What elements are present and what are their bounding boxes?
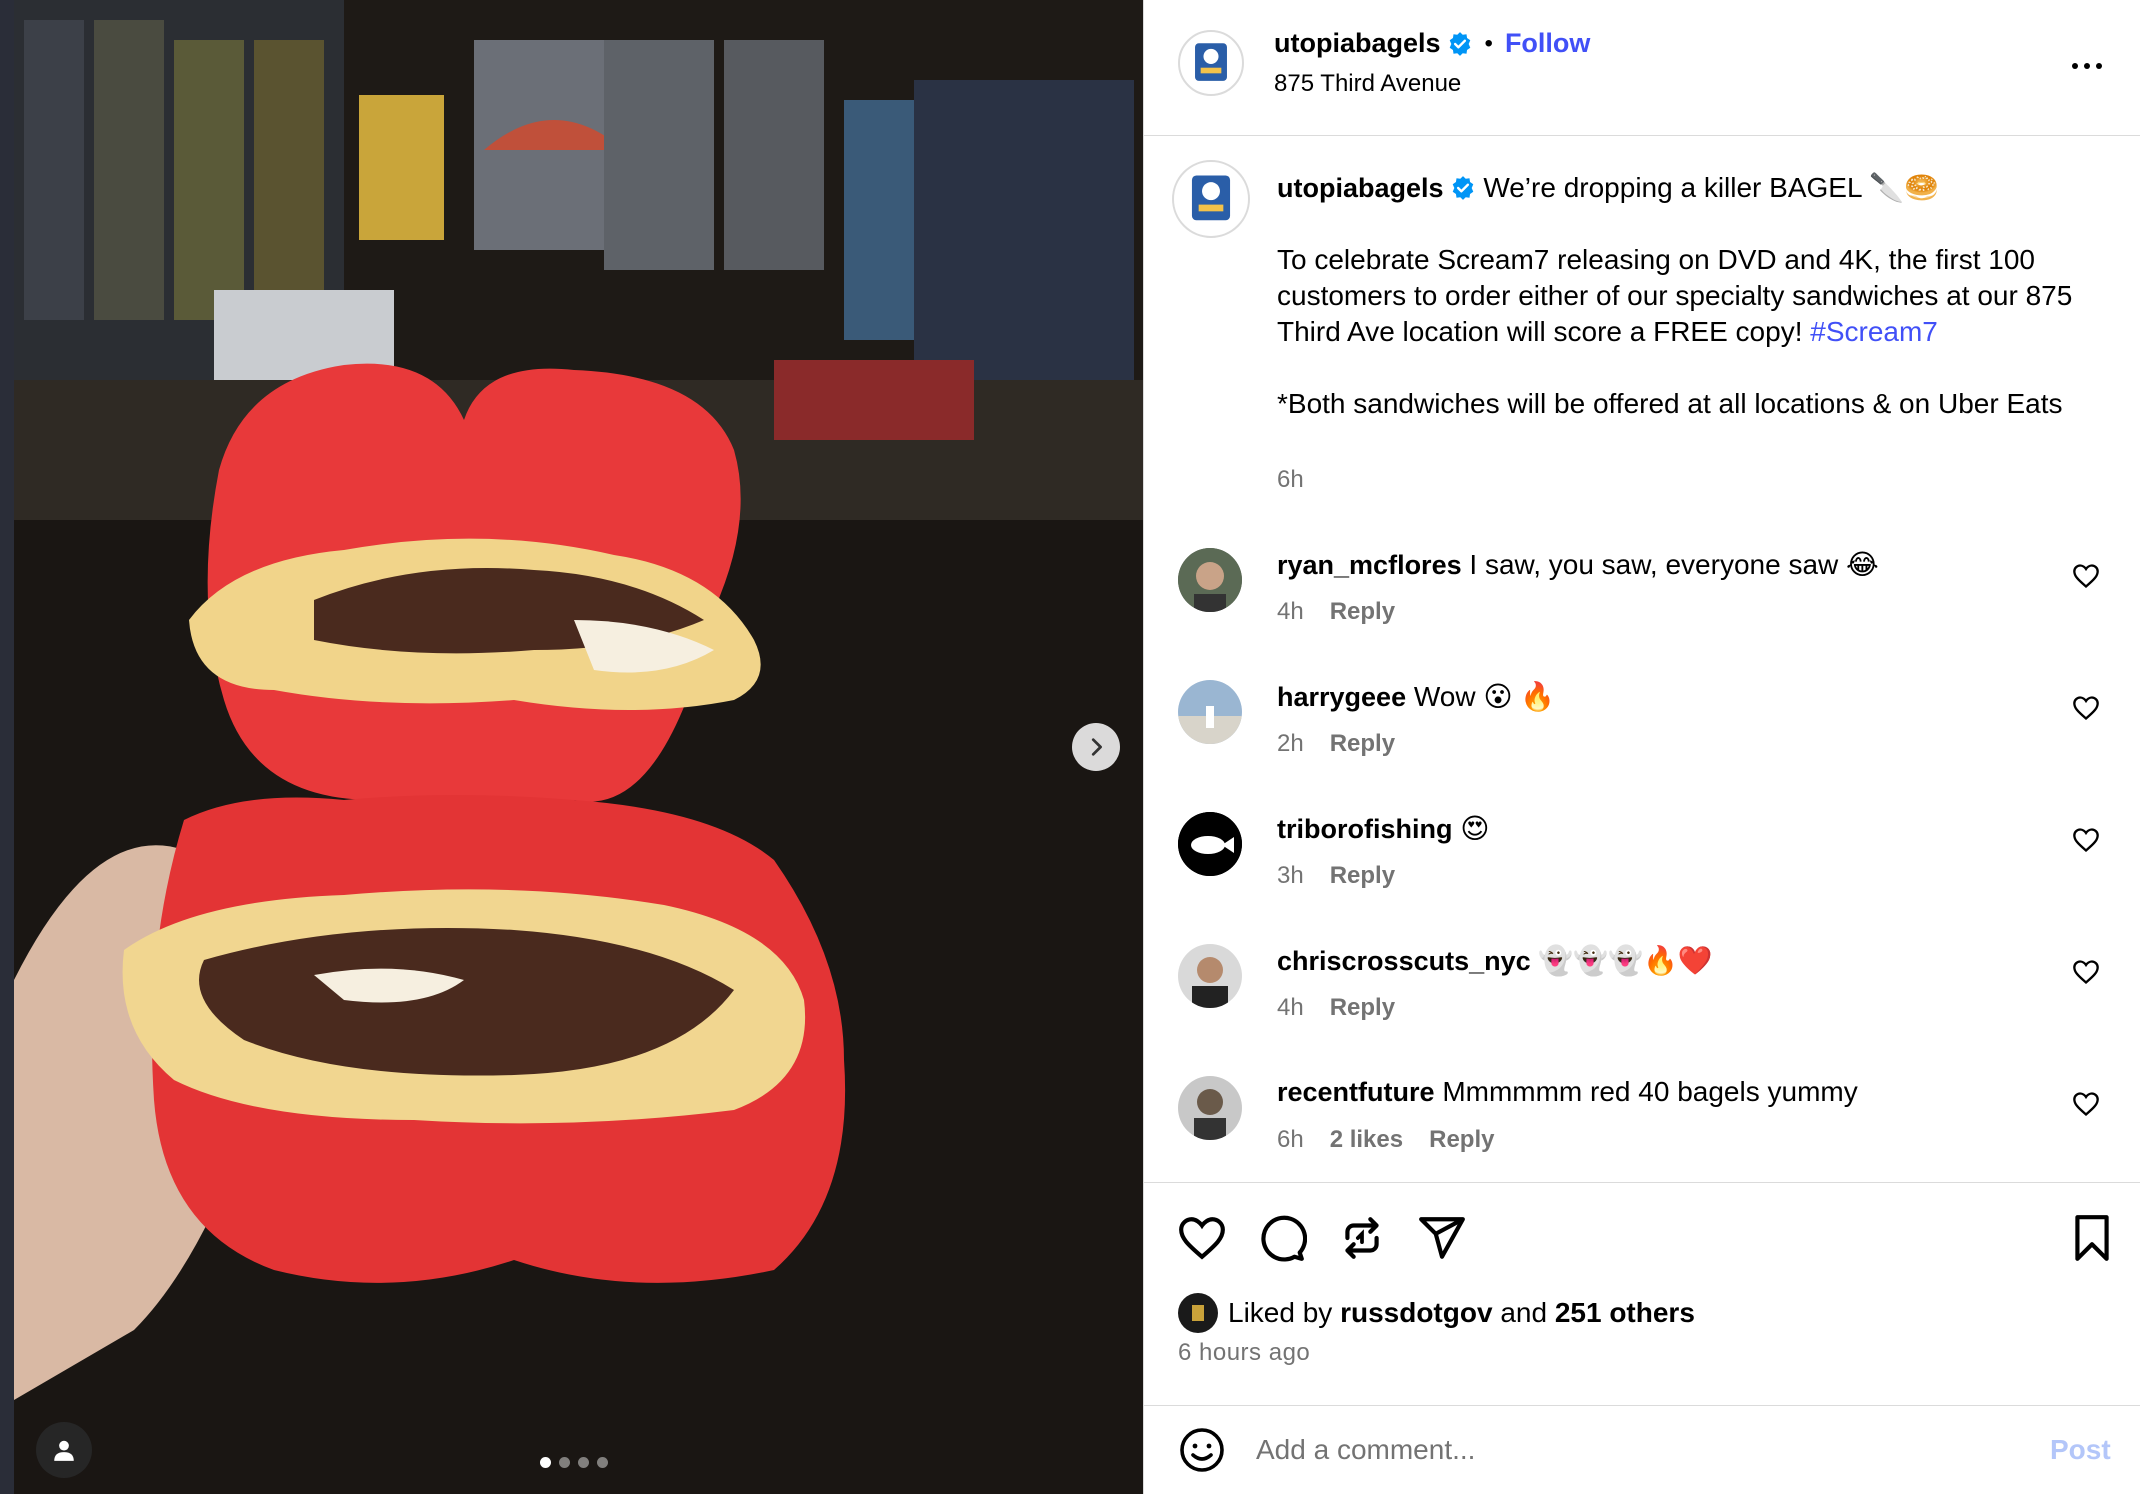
comment-input[interactable] [1256, 1422, 1956, 1478]
post-location[interactable]: 875 Third Avenue [1274, 70, 1461, 98]
avatar-photo-icon [1178, 944, 1242, 1008]
avatar-photo-icon [1178, 1293, 1218, 1333]
comment-item: harrygeee Wow 😮 🔥 2h Reply [1144, 680, 2140, 780]
carousel-dot [559, 1457, 570, 1468]
comment-item: triborofishing 😍 3h Reply [1144, 812, 2140, 912]
commenter-avatar[interactable] [1178, 944, 1242, 1008]
comment-username[interactable]: chriscrosscuts_nyc [1277, 946, 1531, 976]
caption-username[interactable]: utopiabagels [1277, 173, 1444, 203]
commenter-avatar[interactable] [1178, 680, 1242, 744]
hashtag-link[interactable]: #Scream7 [1810, 316, 1938, 347]
post-timestamp[interactable]: 6 hours ago [1178, 1339, 1310, 1367]
post-actions: Liked by russdotgov and 251 others 6 hou… [1144, 1182, 2140, 1406]
more-icon [2072, 63, 2102, 69]
heart-icon[interactable] [2072, 826, 2100, 854]
header-separator: • [1484, 29, 1493, 57]
liked-by-prefix: Liked by [1228, 1297, 1333, 1328]
verified-icon [1452, 176, 1473, 200]
commenter-avatar[interactable] [1178, 548, 1242, 612]
caption-timestamp[interactable]: 6h [1277, 466, 1304, 494]
carousel-dots [540, 1457, 608, 1468]
comment-item: ryan_mcflores I saw, you saw, everyone s… [1144, 548, 2140, 648]
caption-author-avatar[interactable] [1172, 160, 1250, 238]
comment-username[interactable]: recentfuture [1277, 1077, 1435, 1107]
commenter-avatar[interactable] [1178, 812, 1242, 876]
heart-icon[interactable] [2072, 694, 2100, 722]
bagel-sandwich-photo [14, 0, 1143, 1494]
avatar-photo-icon [1178, 680, 1242, 744]
liker-avatar[interactable] [1178, 1293, 1218, 1333]
heart-icon[interactable] [2072, 1090, 2100, 1118]
comment-text: 👻👻👻🔥❤️ [1538, 945, 1713, 976]
comment-username[interactable]: triborofishing [1277, 814, 1452, 844]
comment-text: 😍 [1460, 813, 1490, 844]
like-heart-icon[interactable] [1177, 1213, 1227, 1263]
comment-item: chriscrosscuts_nyc 👻👻👻🔥❤️ 4h Reply [1144, 944, 2140, 1044]
liker-username[interactable]: russdotgov [1340, 1297, 1492, 1329]
commenter-avatar[interactable] [1178, 1076, 1242, 1140]
comment-username[interactable]: harrygeee [1277, 682, 1406, 712]
caption-paragraph-2: To celebrate Scream7 releasing on DVD an… [1277, 244, 2073, 347]
add-comment-bar: Post [1144, 1406, 2140, 1494]
comment-item: recentfuture Mmmmmm red 40 bagels yummy … [1144, 1076, 2140, 1176]
heart-icon[interactable] [2072, 562, 2100, 590]
carousel-dot-active [540, 1457, 551, 1468]
comment-time[interactable]: 4h [1277, 598, 1304, 626]
emoji-icon[interactable] [1178, 1426, 1226, 1474]
comment-icon[interactable] [1257, 1213, 1307, 1263]
follow-button[interactable]: Follow [1505, 28, 1590, 59]
post-comment-button[interactable]: Post [2050, 1434, 2111, 1466]
user-tag-icon [54, 1440, 74, 1461]
user-tag-button[interactable] [36, 1422, 92, 1478]
comment-likes[interactable]: 2 likes [1330, 1126, 1403, 1154]
caption-paragraph-3: *Both sandwiches will be offered at all … [1277, 388, 2063, 419]
comment-time[interactable]: 6h [1277, 1126, 1304, 1154]
carousel-dot [578, 1457, 589, 1468]
caption-line-1: We’re dropping a killer BAGEL 🔪🥯 [1483, 172, 1939, 203]
author-username[interactable]: utopiabagels [1274, 28, 1441, 59]
comment-text: Mmmmmm red 40 bagels yummy [1442, 1076, 1858, 1107]
bookmark-icon[interactable] [2067, 1213, 2117, 1263]
liked-by: Liked by russdotgov and 251 others [1178, 1293, 1695, 1333]
chevron-right-icon [1091, 738, 1102, 756]
comment-text: I saw, you saw, everyone saw 😂 [1469, 549, 1879, 580]
reply-button[interactable]: Reply [1330, 730, 1395, 758]
reply-button[interactable]: Reply [1429, 1126, 1494, 1154]
utopia-logo-icon [1177, 165, 1245, 233]
comment-time[interactable]: 3h [1277, 862, 1304, 890]
likes-count[interactable]: 251 others [1555, 1297, 1695, 1329]
avatar-photo-icon [1178, 1076, 1242, 1140]
comment-time[interactable]: 4h [1277, 994, 1304, 1022]
verified-icon [1449, 31, 1470, 56]
comment-text: Wow 😮 🔥 [1413, 681, 1556, 712]
reply-button[interactable]: Reply [1330, 598, 1395, 626]
post-media[interactable] [0, 0, 1143, 1494]
post-header: utopiabagels • Follow 875 Third Avenue [1144, 0, 2140, 136]
comment-username[interactable]: ryan_mcflores [1277, 550, 1462, 580]
carousel-dot [597, 1457, 608, 1468]
background-edge [0, 0, 14, 1494]
utopia-logo-icon [1182, 34, 1240, 92]
repost-icon[interactable] [1337, 1213, 1387, 1263]
comment-time[interactable]: 2h [1277, 730, 1304, 758]
fish-logo-icon [1178, 812, 1242, 876]
reply-button[interactable]: Reply [1330, 994, 1395, 1022]
post-sidebar: utopiabagels • Follow 875 Third Avenue u… [1143, 0, 2140, 1494]
heart-icon[interactable] [2072, 958, 2100, 986]
reply-button[interactable]: Reply [1330, 862, 1395, 890]
share-icon[interactable] [1417, 1213, 1467, 1263]
liked-by-and: and [1500, 1297, 1548, 1328]
avatar-photo-icon [1178, 548, 1242, 612]
more-options-button[interactable] [2069, 48, 2105, 84]
next-image-button[interactable] [1072, 723, 1120, 771]
author-avatar[interactable] [1178, 30, 1244, 96]
caption-text: utopiabagels We’re dropping a killer BAG… [1277, 170, 2107, 422]
